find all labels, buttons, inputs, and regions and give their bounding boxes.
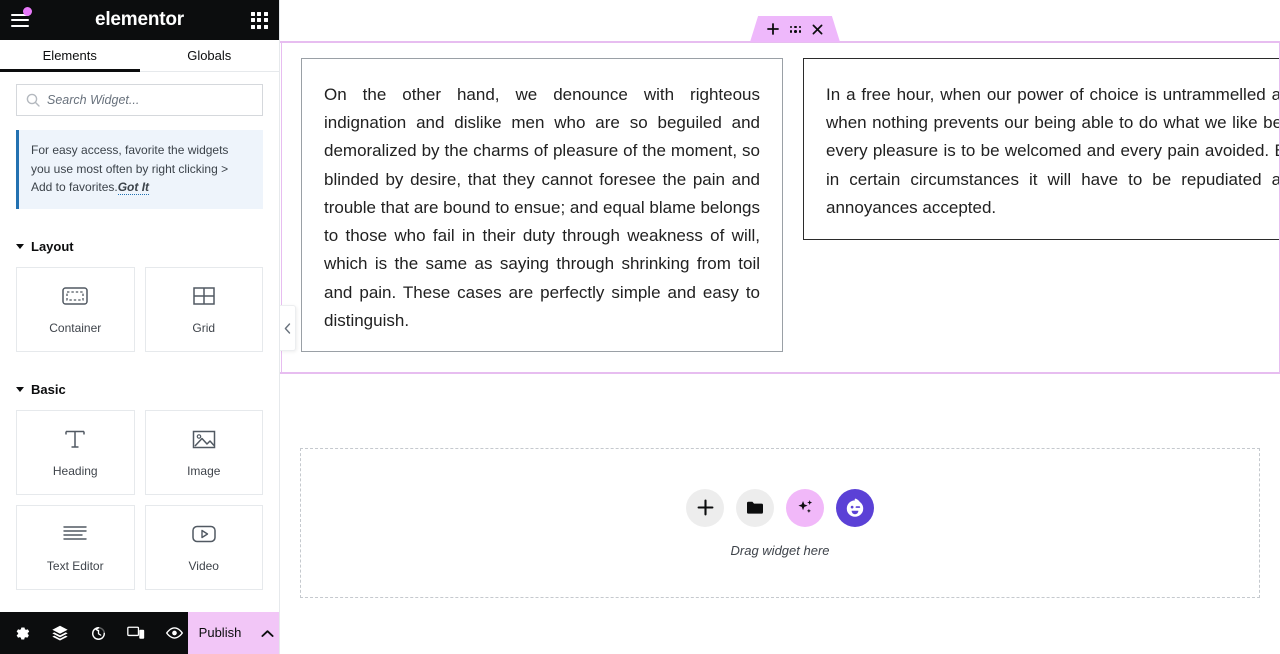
- chevron-down-icon: [16, 243, 24, 249]
- gear-icon: [16, 626, 29, 640]
- grid-icon: [191, 283, 217, 309]
- delete-section-button[interactable]: [812, 24, 823, 35]
- video-icon: [191, 521, 217, 547]
- close-icon: [812, 24, 823, 34]
- search-icon: [26, 93, 40, 107]
- category-grid-basic: Heading Image Text Editor Video: [16, 409, 263, 590]
- widget-label: Heading: [52, 464, 98, 479]
- heading-icon: [62, 426, 88, 452]
- publish-group: Publish: [188, 612, 279, 654]
- add-element-button[interactable]: [686, 488, 724, 527]
- container-icon: [62, 283, 88, 309]
- elementor-editor: elementor Elements Globals For easy acce…: [0, 0, 1280, 654]
- notification-badge-dot: [23, 7, 32, 16]
- plus-icon: [766, 23, 779, 35]
- publish-options-button[interactable]: [252, 612, 279, 654]
- layers-icon: [52, 625, 68, 641]
- widget-container[interactable]: Container: [16, 266, 135, 352]
- element-toolbar: [750, 16, 840, 42]
- widget-label: Text Editor: [46, 559, 104, 574]
- widget-video[interactable]: Video: [144, 504, 263, 590]
- panel-collapse-handle[interactable]: [280, 305, 296, 351]
- widget-grid[interactable]: Grid: [144, 266, 263, 352]
- eye-icon: [165, 627, 183, 639]
- editor-canvas[interactable]: On the other hand, we denounce with righ…: [280, 0, 1280, 654]
- preview-button[interactable]: [160, 619, 188, 647]
- search-input[interactable]: [47, 93, 253, 107]
- widget-label: Grid: [192, 321, 216, 336]
- chevron-down-icon: [16, 386, 24, 392]
- assistant-button[interactable]: [836, 488, 874, 527]
- widget-drop-zone[interactable]: Drag widget here: [300, 448, 1260, 598]
- category-title: Basic: [31, 381, 66, 397]
- tab-elements[interactable]: Elements: [0, 40, 140, 72]
- template-library-button[interactable]: [736, 488, 774, 527]
- text-editor-icon: [62, 521, 88, 547]
- widget-heading[interactable]: Heading: [16, 409, 135, 495]
- category-header-basic[interactable]: Basic: [16, 382, 263, 397]
- chevron-up-icon: [260, 629, 274, 637]
- editor-panel: elementor Elements Globals For easy acce…: [0, 0, 280, 654]
- widget-label: Video: [188, 559, 219, 574]
- ai-generate-button[interactable]: [786, 488, 824, 527]
- history-button[interactable]: [84, 619, 112, 647]
- drag-handle-icon[interactable]: [789, 25, 802, 33]
- got-it-link[interactable]: Got It: [117, 180, 150, 196]
- plus-icon: [697, 499, 713, 516]
- responsive-devices-icon: [127, 626, 145, 639]
- folder-icon: [747, 501, 763, 514]
- publish-button[interactable]: Publish: [188, 612, 252, 654]
- history-icon: [91, 626, 105, 640]
- text-widget-left[interactable]: On the other hand, we denounce with righ…: [301, 58, 783, 352]
- widget-label: Container: [49, 321, 102, 336]
- chevron-left-icon: [284, 322, 291, 334]
- section-container[interactable]: On the other hand, we denounce with righ…: [280, 41, 1280, 374]
- text-widget-right[interactable]: In a free hour, when our power of choice…: [803, 58, 1280, 240]
- drop-zone-label: Drag widget here: [730, 542, 830, 558]
- widget-text-editor[interactable]: Text Editor: [16, 504, 135, 590]
- panel-footer: Publish: [0, 612, 279, 654]
- category-grid-layout: Container Grid: [16, 266, 263, 352]
- navigator-button[interactable]: [46, 619, 74, 647]
- add-buttons-row: [686, 488, 874, 527]
- sparkles-icon: [797, 500, 812, 513]
- widget-label: Image: [187, 464, 221, 479]
- favorites-notice: For easy access, favorite the widgets yo…: [16, 130, 263, 209]
- menu-button[interactable]: [0, 0, 40, 40]
- responsive-mode-button[interactable]: [122, 619, 150, 647]
- image-icon: [191, 426, 217, 452]
- search-box[interactable]: [16, 84, 263, 116]
- footer-tools: [0, 612, 188, 654]
- category-header-layout[interactable]: Layout: [16, 239, 263, 254]
- widget-list: Layout Container Grid Basic Heading Imag…: [0, 239, 279, 590]
- brand-title: elementor: [94, 9, 184, 30]
- smiley-wink-icon: [846, 498, 864, 517]
- apps-grid-icon[interactable]: [247, 8, 271, 32]
- tab-globals[interactable]: Globals: [140, 40, 280, 71]
- add-section-button[interactable]: [766, 23, 779, 35]
- widget-image[interactable]: Image: [144, 409, 263, 495]
- panel-tabs: Elements Globals: [0, 40, 279, 72]
- search-row: [0, 72, 279, 126]
- category-title: Layout: [31, 238, 74, 254]
- settings-button[interactable]: [8, 619, 36, 647]
- panel-header: elementor: [0, 0, 279, 40]
